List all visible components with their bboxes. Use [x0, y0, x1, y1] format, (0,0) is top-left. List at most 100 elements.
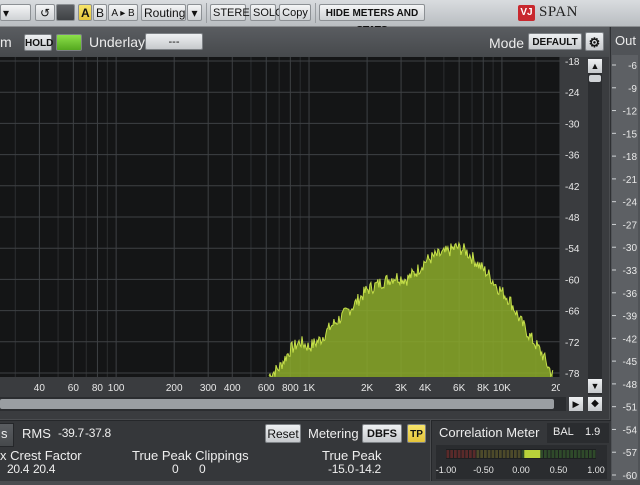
correlation-segment — [551, 450, 555, 458]
divider — [206, 3, 207, 23]
y-tick-label: -72 — [565, 338, 580, 349]
correlation-segment — [502, 450, 506, 458]
menu-icon: ▾ — [3, 6, 10, 20]
spectrum-graph — [0, 57, 560, 377]
chevron-down-icon: ▾ — [191, 6, 198, 20]
correlation-indicator — [524, 450, 541, 458]
correlation-segment — [589, 450, 592, 458]
reset-settings-button[interactable]: ↺ — [35, 4, 55, 21]
output-meter-panel: Out -6 -9 -12 -15 -18 -21 -24 -27 -30 -33 -36 -39 -4… — [610, 27, 640, 482]
divider — [315, 3, 316, 23]
metering-select[interactable]: DBFS — [362, 424, 402, 443]
x-tick-label: 400 — [224, 383, 241, 394]
settings-button[interactable]: ⚙ — [585, 32, 604, 51]
y-tick-label: -30 — [565, 119, 580, 130]
rms-right-value: -37.8 — [85, 426, 111, 440]
x-tick-label: 40 — [34, 383, 46, 394]
y-tick-label: -18 — [565, 57, 580, 68]
reset-button[interactable]: Reset — [265, 424, 301, 443]
y-tick-label: -24 — [565, 88, 580, 99]
correlation-segment — [592, 450, 596, 458]
toggle-button[interactable] — [56, 4, 75, 21]
correlation-scale-label: 0.50 — [550, 465, 568, 475]
scroll-down-button[interactable]: ▼ — [588, 379, 602, 393]
x-tick-label: 3K — [395, 383, 408, 394]
correlation-segment — [465, 450, 468, 458]
x-tick-label: 600 — [258, 383, 275, 394]
x-tick-label: 200 — [166, 383, 183, 394]
out-meter-tick-label: -24 — [623, 198, 638, 209]
correlation-scale-label: -1.00 — [436, 465, 456, 475]
clippings-left-value: 0 — [172, 462, 179, 476]
correlation-segment — [484, 450, 487, 458]
mode-select[interactable]: DEFAULT — [528, 33, 582, 50]
correlation-segment — [555, 450, 558, 458]
copy-a-to-b-button[interactable]: A ▸ B — [108, 4, 138, 21]
hold-toggle[interactable] — [56, 34, 82, 51]
routing-dropdown-button[interactable]: ▾ — [187, 4, 202, 21]
gear-icon: ⚙ — [588, 35, 601, 50]
output-meter: -6 -9 -12 -15 -18 -21 -24 -27 -30 -33 -36 -39 -42 -45… — [612, 55, 638, 482]
state-a-button[interactable]: A — [78, 4, 92, 21]
correlation-scale-label: -0.50 — [473, 465, 494, 475]
stats-tab[interactable]: s — [0, 423, 14, 447]
correlation-scale-label: 0.00 — [512, 465, 530, 475]
correlation-segment — [450, 450, 453, 458]
x-tick-label: 1K — [303, 383, 316, 394]
underlay-select[interactable]: --- — [145, 33, 203, 50]
routing-button[interactable]: Routing — [141, 4, 186, 21]
y-tick-label: -54 — [565, 244, 580, 255]
out-meter-tick-label: -57 — [623, 448, 638, 459]
spectrum-plot — [0, 57, 560, 377]
true-peak-right-value: -14.2 — [355, 462, 381, 476]
horizontal-scrollbar[interactable] — [0, 397, 566, 411]
hold-button[interactable]: HOLD — [24, 34, 53, 51]
y-tick-label: -60 — [565, 275, 580, 286]
correlation-meter: -1.00 -0.50 0.00 0.50 1.00 — [436, 445, 607, 479]
state-b-button[interactable]: B — [93, 4, 107, 21]
scroll-right-button[interactable]: ▶ — [569, 397, 583, 411]
x-tick-label: 800 — [282, 383, 299, 394]
correlation-panel: Correlation Meter BAL 1.9 -1.00 -0.50 0.00… — [431, 420, 611, 481]
rms-left-value: -39.7 — [58, 426, 84, 440]
out-meter-tick-label: -6 — [628, 61, 637, 72]
menu-button[interactable]: ▾ — [0, 4, 31, 21]
y-tick-label: -66 — [565, 307, 580, 318]
correlation-segment — [469, 450, 472, 458]
correlation-label: Correlation Meter — [439, 425, 540, 440]
correlation-segment — [577, 450, 581, 458]
correlation-segment — [574, 450, 577, 458]
x-tick-label: 6K — [453, 383, 466, 394]
out-meter-tick-label: -15 — [623, 129, 638, 140]
true-peak-toggle[interactable]: TP — [407, 424, 426, 443]
x-tick-label: 100 — [108, 383, 125, 394]
correlation-track — [446, 449, 596, 459]
h-scroll-thumb[interactable] — [0, 399, 554, 409]
true-peak-left-value: -15.0 — [328, 462, 354, 476]
x-tick-label: 300 — [200, 383, 217, 394]
out-meter-tick-label: -51 — [623, 403, 638, 414]
crest-left-value: 20.4 — [7, 462, 30, 476]
out-meter-tick-label: -39 — [623, 312, 638, 323]
solo-button[interactable]: SOLO — [250, 4, 284, 21]
arrow-up-icon: ▲ — [590, 61, 600, 71]
scroll-thumb[interactable] — [589, 75, 601, 82]
stereo-button[interactable]: STEREO — [210, 4, 258, 21]
vertical-scrollbar[interactable]: ▲ ▼ — [588, 59, 602, 395]
correlation-segment — [585, 450, 588, 458]
correlation-segment — [570, 450, 573, 458]
x-tick-label: 2K — [361, 383, 374, 394]
correlation-segment — [506, 450, 510, 458]
out-meter-tick-label: -30 — [623, 243, 638, 254]
correlation-segment — [540, 450, 543, 458]
correlation-segment — [562, 450, 566, 458]
out-meter-tick-label: -18 — [623, 152, 638, 163]
scroll-up-button[interactable]: ▲ — [588, 59, 602, 73]
x-tick-label: 20K — [551, 383, 560, 394]
arrow-down-icon: ▼ — [590, 381, 600, 391]
hide-meters-button[interactable]: HIDE METERS AND STATS — [319, 4, 425, 36]
top-toolbar: ▾ ↺ A B A ▸ B Routing ▾ STEREO SOLO Copy… — [0, 0, 640, 36]
copy-button[interactable]: Copy — [279, 4, 311, 21]
out-meter-tick-label: -60 — [623, 471, 638, 480]
zoom-reset-button[interactable]: ◆ — [588, 397, 602, 411]
